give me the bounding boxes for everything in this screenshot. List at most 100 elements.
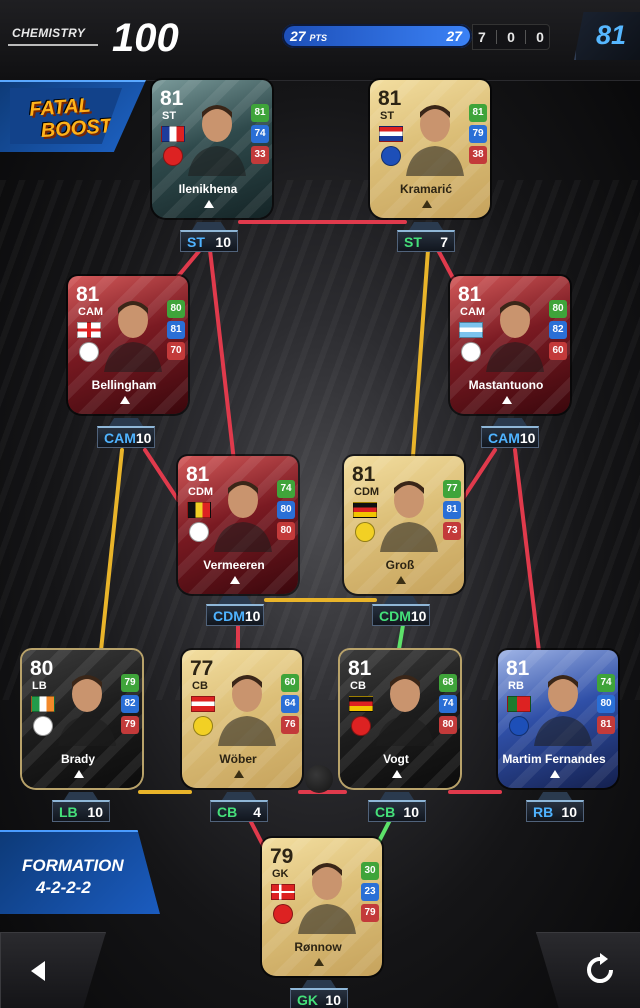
player-overall: 79 — [270, 845, 294, 868]
player-name: Brady — [60, 752, 95, 766]
score-box: 7 0 0 — [472, 24, 550, 50]
player-name: Bellingham — [91, 378, 157, 392]
chip-position: RB — [533, 803, 554, 820]
points-label: 27 PTS — [290, 28, 327, 44]
stat-midfield: 82 — [549, 321, 567, 339]
card-stats: 68 74 80 — [439, 674, 457, 734]
chip-position: GK — [297, 991, 318, 1008]
stat-midfield: 79 — [469, 125, 487, 143]
stat-attack: 74 — [597, 674, 615, 692]
rarity-icon — [392, 770, 402, 778]
link-st-cdm-right — [410, 248, 430, 472]
stat-attack: 79 — [121, 674, 139, 692]
chip-cap — [493, 418, 527, 426]
rarity-icon — [396, 576, 406, 584]
chemistry-chip-cb: CB 4 — [210, 800, 268, 822]
player-portrait — [400, 96, 470, 176]
stat-attack: 60 — [281, 674, 299, 692]
chip-position: CDM — [379, 607, 411, 624]
player-card-cdm-5[interactable]: 81 CDM 77 81 73 Groß — [344, 456, 464, 594]
rarity-icon — [204, 200, 214, 208]
player-card-cam-2[interactable]: 81 CAM 80 81 70 Bellingham — [68, 276, 188, 414]
link-cam-cdm-right — [460, 448, 497, 502]
player-position: LB — [32, 680, 47, 692]
formation-label: FORMATION — [22, 856, 124, 875]
formation-badge[interactable]: FORMATION 4-2-2-2 — [0, 830, 160, 914]
stat-midfield: 74 — [251, 125, 269, 143]
player-overall: 77 — [190, 657, 214, 680]
player-overall: 81 — [186, 463, 210, 486]
link-cam-cdm-left — [143, 448, 180, 502]
card-stats: 30 23 79 — [361, 862, 379, 922]
stat-midfield: 81 — [443, 501, 461, 519]
rarity-icon — [234, 770, 244, 778]
chip-position: CAM — [104, 429, 136, 446]
pitch-background: CHEMISTRY 100 27 PTS 27 7 0 0 81 FATAL B… — [0, 0, 640, 1008]
points-total: 27 — [446, 28, 462, 44]
stat-defense: 80 — [439, 716, 457, 734]
chip-chemistry: 10 — [325, 991, 341, 1008]
player-overall: 81 — [506, 657, 530, 680]
stat-attack: 81 — [469, 104, 487, 122]
player-position: ST — [162, 110, 177, 122]
card-stats: 74 80 81 — [597, 674, 615, 734]
player-position: CAM — [460, 306, 486, 318]
rarity-icon — [422, 200, 432, 208]
club-crest-icon — [355, 522, 375, 542]
player-portrait — [212, 666, 282, 746]
player-position: ST — [380, 110, 395, 122]
nation-flag-icon — [271, 884, 295, 900]
chemistry-chip-rb: RB 10 — [526, 800, 584, 822]
chip-position: ST — [187, 233, 205, 250]
chip-cap — [192, 222, 226, 230]
chip-chemistry: 10 — [519, 429, 536, 446]
card-stats: 80 82 60 — [549, 300, 567, 360]
player-name: Vermeeren — [203, 558, 265, 572]
points-progress-bar: 27 PTS 27 — [282, 24, 472, 48]
fatal-boost-inner: FATAL BOOST — [10, 88, 122, 144]
player-overall: 81 — [76, 283, 100, 306]
stat-defense: 81 — [597, 716, 615, 734]
score-losses: 0 — [536, 29, 544, 45]
player-overall: 81 — [352, 463, 376, 486]
chemistry-chip-cam: CAM 10 — [97, 426, 155, 448]
player-card-gk-10[interactable]: 79 GK 30 23 79 Rønnow — [262, 838, 382, 976]
chemistry-chip-cam: CAM 10 — [481, 426, 539, 448]
score-wins: 7 — [478, 29, 486, 45]
player-portrait — [208, 472, 278, 552]
player-overall: 81 — [458, 283, 482, 306]
ball-icon — [305, 765, 333, 793]
card-stats: 60 64 76 — [281, 674, 299, 734]
stat-attack: 81 — [251, 104, 269, 122]
stat-attack: 74 — [277, 480, 295, 498]
rarity-icon — [314, 958, 324, 966]
chemistry-value: 100 — [112, 16, 179, 60]
player-card-st-1[interactable]: 81 ST 81 79 38 Kramarić — [370, 80, 490, 218]
stat-attack: 80 — [167, 300, 185, 318]
player-card-cb-7[interactable]: 77 CB 60 64 76 Wöber — [182, 650, 302, 788]
chemistry-chip-st: ST 10 — [180, 230, 238, 252]
player-card-st-0[interactable]: 81 ST 81 74 33 Ilenikhena — [152, 80, 272, 218]
card-stats: 74 80 80 — [277, 480, 295, 540]
chip-chemistry: 10 — [561, 803, 577, 820]
player-portrait — [98, 292, 168, 372]
nation-flag-icon — [349, 696, 373, 712]
player-card-rb-9[interactable]: 81 RB 74 80 81 Martim Fernandes — [498, 650, 618, 788]
chip-chemistry: 7 — [440, 233, 448, 250]
player-portrait — [182, 96, 252, 176]
chip-cap — [409, 222, 443, 230]
player-name: Mastantuono — [468, 378, 544, 392]
stat-attack: 77 — [443, 480, 461, 498]
player-position: CDM — [188, 486, 214, 498]
player-card-cam-3[interactable]: 81 CAM 80 82 60 Mastantuono — [450, 276, 570, 414]
player-card-cdm-4[interactable]: 81 CDM 74 80 80 Vermeeren — [178, 456, 298, 594]
player-card-lb-6[interactable]: 80 LB 79 82 79 Brady — [22, 650, 142, 788]
chemistry-chip-cdm: CDM 10 — [206, 604, 264, 626]
card-stats: 80 81 70 — [167, 300, 185, 360]
player-position: GK — [272, 868, 289, 880]
stat-attack: 80 — [549, 300, 567, 318]
stat-midfield: 80 — [277, 501, 295, 519]
rarity-icon — [74, 770, 84, 778]
chemistry-chip-st: ST 7 — [397, 230, 455, 252]
player-card-cb-8[interactable]: 81 CB 68 74 80 Vogt — [340, 650, 460, 788]
